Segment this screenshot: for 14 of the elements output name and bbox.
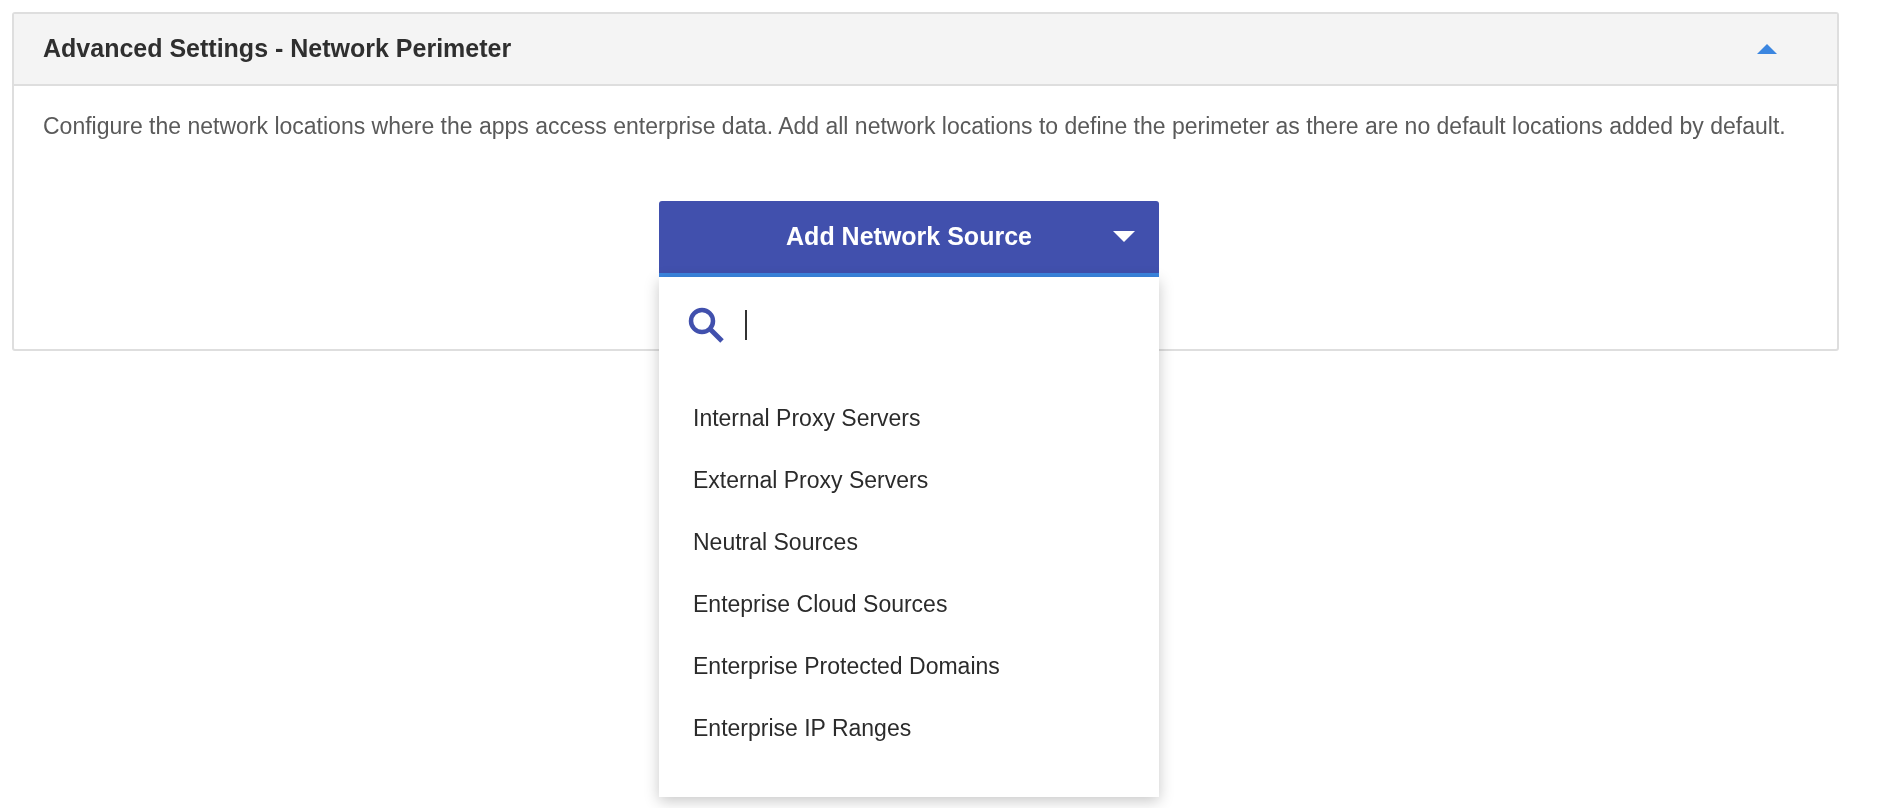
panel-header[interactable]: Advanced Settings - Network Perimeter <box>14 14 1837 86</box>
dropdown-item[interactable]: External Proxy Servers <box>659 449 1159 511</box>
text-cursor <box>745 310 747 340</box>
dropdown-item[interactable]: Enterprise IP Ranges <box>659 697 1159 759</box>
dropdown-item[interactable]: Enteprise Cloud Sources <box>659 573 1159 635</box>
search-icon <box>687 306 725 344</box>
description-text: Configure the network locations where the apps access enterprise data. Add all network locations to define the perimeter as there are no default locations added by default. <box>43 112 1787 141</box>
dropdown-item[interactable]: Enterprise Protected Domains <box>659 635 1159 697</box>
add-network-source-button[interactable]: Add Network Source <box>659 201 1159 277</box>
dropdown-item[interactable]: Neutral Sources <box>659 511 1159 573</box>
panel-title: Advanced Settings - Network Perimeter <box>43 33 512 65</box>
collapse-caret-icon[interactable] <box>1757 44 1777 54</box>
dropdown-item[interactable]: Internal Proxy Servers <box>659 387 1159 449</box>
caret-down-icon <box>1113 231 1135 242</box>
